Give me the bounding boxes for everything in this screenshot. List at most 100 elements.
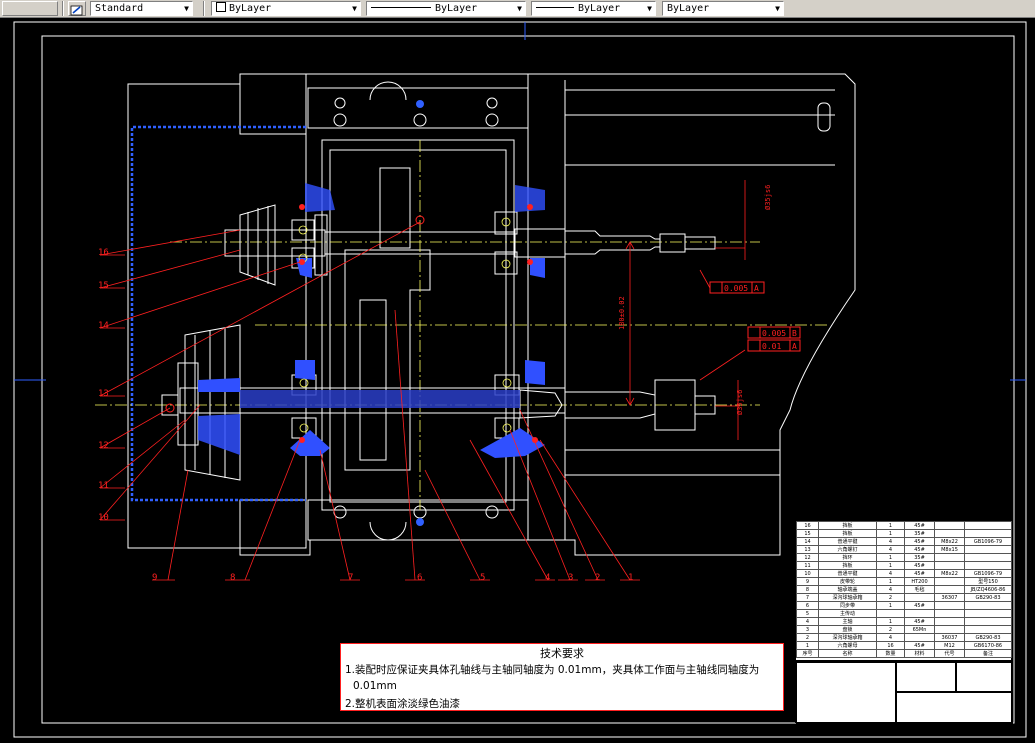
bom-row: 5 主传动 [796,609,1012,618]
bom-cell: 45# [904,569,935,578]
bom-row: 1 六角螺母 16 45# M12 GB6170-86 [796,641,1012,650]
bom-cell: GB290-83 [964,593,1012,602]
tech-req-title: 技术要求 [540,647,584,660]
linetype-control-select[interactable]: ByLayer ▼ [366,1,526,16]
bom-row: 10 普通平键 4 45# M8x22 GB1096-79 [796,569,1012,578]
bom-cell: 65Mn [904,625,935,634]
bom-cell: 1 [876,521,905,530]
tolerance-frame-1: 0.005 A [709,281,765,294]
bom-cell: 14 [796,537,819,546]
bom-cell: GB6170-86 [964,641,1012,650]
bom-row: 11 挡板 1 45# [796,561,1012,570]
bom-cell [964,529,1012,538]
pulley-hatch [198,360,545,458]
bom-cell: 3 [796,625,819,634]
bom-cell: 45# [904,601,935,610]
bom-cell [964,521,1012,530]
part-label-10: 10 [98,513,109,523]
oil-hole-bottom [416,518,424,526]
bom-cell: 1 [876,577,905,586]
bom-cell: GB1096-79 [964,569,1012,578]
bom-row: 2 深沟球轴承箱 4 36037 GB290-83 [796,633,1012,642]
bom-row: 4 主轴 1 45# [796,617,1012,626]
bom-cell: 13 [796,545,819,554]
part-label-7: 7 [348,573,353,583]
bom-cell: 六角螺钉 [818,545,877,554]
bom-cell [964,601,1012,610]
lineweight-control-select[interactable]: ByLayer ▼ [531,1,656,16]
text-style-select[interactable]: Standard ▼ [90,1,193,16]
bom-cell: 深沟球轴承箱 [818,633,877,642]
bom-cell [904,609,935,618]
properties-toolbar: Standard ▼ ByLayer ▼ ByLayer ▼ ByLayer ▼ ByL… [0,0,1035,18]
title-block-code [956,662,1013,692]
plotstyle-control-select[interactable]: ByLayer ▼ [662,1,784,16]
svg-text:0.005: 0.005 [762,329,786,338]
bom-cell: 1 [876,553,905,562]
part-label-13: 13 [98,389,109,399]
text-style-icon[interactable] [68,1,86,16]
oil-hole-top [416,100,424,108]
center-lines [95,140,830,510]
bom-cell [964,617,1012,626]
bom-cell: JB/ZQ4606-86 [964,585,1012,594]
bom-cell: 主轴 [818,617,877,626]
bom-cell [934,617,965,626]
title-block-signatures [796,662,896,724]
bom-row: 9 皮带轮 1 HT200 型号150 [796,577,1012,586]
bom-cell: 4 [876,569,905,578]
bom-cell: 2 [876,625,905,634]
bom-cell: 11 [796,561,819,570]
bom-row: 8 轴承端盖 4 毛毡 JB/ZQ4606-86 [796,585,1012,594]
tolerance-frame-3: 0.01 A [747,339,801,352]
title-block [795,661,1013,724]
bom-cell: 1 [876,529,905,538]
bom-cell: 序号 [796,649,819,658]
bill-of-materials: 16 挡板 1 45# 15 挡板 1 35# 14 普通平键 4 45# M8x22 GB1096-79… [795,520,1012,661]
bom-cell: M8x22 [934,569,965,578]
bom-cell: 4 [876,633,905,642]
bom-cell [934,601,965,610]
bom-cell: 挡板 [818,561,877,570]
bom-row: 7 深沟球轴承箱 2 36307 GB290-83 [796,593,1012,602]
dimension-lines [625,180,746,440]
bom-cell: 15 [796,529,819,538]
bom-cell: 45# [904,641,935,650]
bom-row: 序号 名称 数量 材料 代号 备注 [796,649,1012,658]
bom-cell [934,521,965,530]
bom-cell: 挡板 [818,529,877,538]
bom-cell [964,561,1012,570]
color-swatch-icon [216,2,226,12]
bom-cell: 1 [876,617,905,626]
upper-bearing-seals [296,183,545,278]
part-label-4: 4 [545,573,550,583]
bom-cell: 45# [904,561,935,570]
bom-cell: M12 [934,641,965,650]
part-label-12: 12 [98,441,109,451]
chevron-down-icon: ▼ [517,4,522,13]
tech-req-line-2: 2.整机表面涂淡绿色油漆 [345,698,461,710]
part-label-5: 5 [480,573,485,583]
color-control-select[interactable]: ByLayer ▼ [211,1,361,16]
tolerance-frame-2: 0.005 B [747,326,801,339]
part-label-9: 9 [152,573,157,583]
center-distance-dim: 180±0.02 [618,296,626,330]
bom-cell: 12 [796,553,819,562]
bom-cell [934,529,965,538]
bom-cell: M8x15 [934,545,965,554]
bom-cell: 36307 [934,593,965,602]
bom-cell: GB1096-79 [964,537,1012,546]
bom-cell: 1 [796,641,819,650]
upper-shaft [224,204,716,286]
tb-button-left[interactable] [2,1,58,16]
chevron-down-icon: ▼ [775,4,780,13]
part-label-14: 14 [98,321,109,331]
bom-cell: GB290-83 [964,633,1012,642]
bom-cell [904,633,935,642]
chevron-down-icon: ▼ [647,4,652,13]
tech-req-line-1: 1.装配时应保证夹具体孔轴线与主轴同轴度为 0.01mm，夹具体工作面与主轴线同… [345,664,760,676]
bom-cell: 4 [796,617,819,626]
svg-text:A: A [792,342,797,351]
bom-cell: 9 [796,577,819,586]
bom-cell: 型号150 [964,577,1012,586]
